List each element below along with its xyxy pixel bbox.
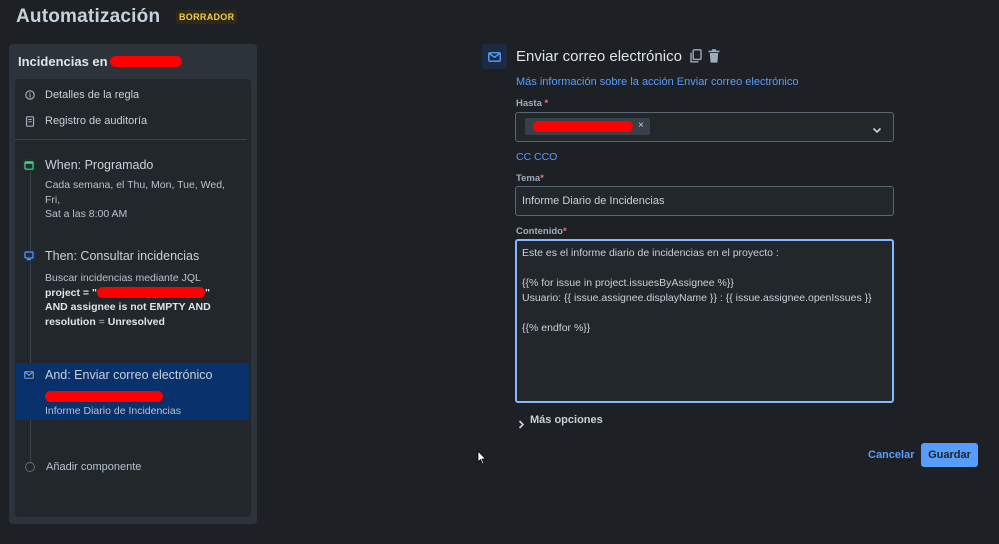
content-textarea[interactable]: [515, 239, 894, 403]
content-line: {{% endfor %}}: [522, 322, 591, 334]
audit-log-icon: [25, 116, 35, 127]
remove-recipient-icon[interactable]: ×: [638, 120, 644, 131]
search-issues-icon: [23, 250, 35, 262]
email-icon: [23, 369, 35, 381]
mouse-cursor-icon: [477, 449, 487, 470]
panel-title: Incidencias en: [18, 54, 182, 69]
page-title: Automatización: [16, 6, 161, 27]
content-line: Este es el informe diario de incidencias…: [522, 247, 779, 259]
step-description: Cada semana, el Thu, Mon, Tue, Wed, Fri,: [45, 179, 225, 206]
info-icon: [25, 90, 35, 100]
calendar-icon: [23, 159, 35, 171]
panel-divider: [15, 139, 247, 140]
copy-icon[interactable]: [690, 49, 702, 68]
step-action-lookup-issues[interactable]: Then: Consultar incidencias Buscar incid…: [23, 249, 245, 329]
redacted-project-name: [109, 56, 182, 67]
trash-icon[interactable]: [708, 49, 720, 68]
chevron-right-icon[interactable]: [518, 416, 525, 434]
recipient-chip[interactable]: [525, 118, 650, 135]
redacted-project-key: [96, 287, 205, 299]
email-action-icon: [482, 44, 507, 69]
subject-value: Informe Diario de Incidencias: [522, 195, 665, 207]
redacted-recipient: [45, 391, 163, 402]
more-info-link[interactable]: Más información sobre la acción Enviar c…: [516, 76, 798, 88]
jql-line: AND assignee is not EMPTY AND: [45, 301, 211, 313]
redacted-recipient-name: [533, 121, 633, 132]
add-component-circle-icon: [25, 462, 35, 472]
step-description: Sat a las 8:00 AM: [45, 208, 128, 220]
more-options-toggle[interactable]: Más opciones: [530, 414, 603, 426]
subject-label: Tema*: [516, 173, 544, 184]
jql-line: project = " ": [45, 286, 210, 299]
add-component-button[interactable]: Añadir componente: [46, 461, 141, 473]
draft-badge: BORRADOR: [176, 10, 238, 24]
step-title: And: Enviar correo electrónico: [45, 368, 213, 382]
step-action-send-email[interactable]: And: Enviar correo electrónico Informe D…: [23, 368, 245, 419]
chevron-down-icon[interactable]: [872, 121, 882, 139]
rule-details-label: Detalles de la regla: [45, 89, 140, 101]
step-trigger-scheduled[interactable]: When: Programado Cada semana, el Thu, Mo…: [23, 158, 243, 222]
audit-log-label: Registro de auditoría: [45, 115, 148, 127]
content-line: Usuario: {{ issue.assignee.displayName }…: [522, 292, 872, 304]
step-title: When: Programado: [45, 158, 154, 172]
step-title: Then: Consultar incidencias: [45, 249, 200, 263]
bcc-link[interactable]: CCO: [534, 151, 557, 163]
audit-log-link[interactable]: Registro de auditoría: [25, 115, 147, 127]
cc-link[interactable]: CC: [516, 151, 531, 163]
form-title: Enviar correo electrónico: [516, 48, 682, 65]
to-label: Hasta *: [516, 98, 549, 109]
step-description: Buscar incidencias mediante JQL: [45, 272, 201, 284]
content-label: Contenido*: [516, 226, 567, 237]
jql-line: resolution = Unresolved: [45, 315, 165, 328]
save-button[interactable]: Guardar: [921, 443, 978, 467]
step-description: Informe Diario de Incidencias: [45, 405, 181, 417]
rule-details-link[interactable]: Detalles de la regla: [25, 89, 139, 101]
content-line: {{% for issue in project.issuesByAssigne…: [522, 277, 734, 289]
cancel-button[interactable]: Cancelar: [868, 449, 914, 461]
